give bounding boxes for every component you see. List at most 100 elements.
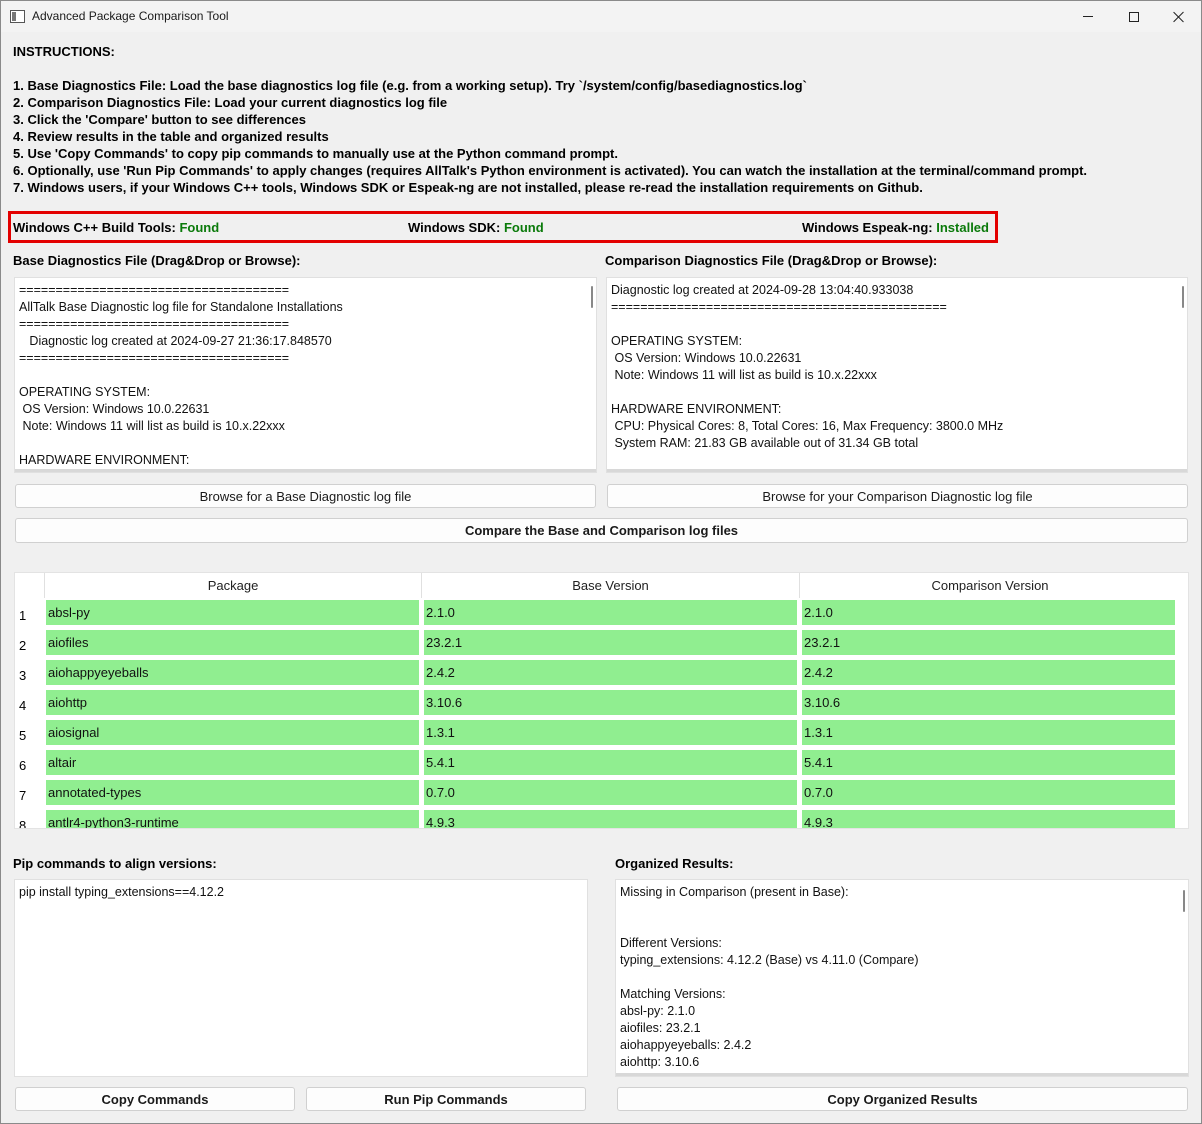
base-version-cell[interactable]: 23.2.1 <box>424 630 797 655</box>
comparison-version-cell[interactable]: 3.10.6 <box>802 690 1175 715</box>
instruction-line: 1. Base Diagnostics File: Load the base … <box>13 78 807 93</box>
base-log-line: ===================================== <box>19 351 290 365</box>
comparison-version-cell[interactable]: 2.4.2 <box>802 660 1175 685</box>
base-diagnostics-textbox[interactable]: ===================================== All… <box>14 277 597 473</box>
table-row[interactable]: 8 antlr4-python3-runtime 4.9.3 4.9.3 <box>15 808 1188 829</box>
copy-organized-results-button[interactable]: Copy Organized Results <box>617 1087 1188 1111</box>
pip-command-line: pip install typing_extensions==4.12.2 <box>19 885 225 899</box>
base-version-cell[interactable]: 0.7.0 <box>424 780 797 805</box>
row-number: 3 <box>19 667 27 683</box>
package-cell[interactable]: absl-py <box>46 600 419 625</box>
base-version-column-header[interactable]: Base Version <box>422 573 800 598</box>
organized-result-line: absl-py: 2.1.0 <box>620 1004 696 1018</box>
cpp-build-tools-value: Found <box>179 220 220 235</box>
comparison-file-label: Comparison Diagnostics File (Drag&Drop o… <box>605 253 938 268</box>
close-button[interactable] <box>1156 1 1202 32</box>
comparison-log-line: CPU: Physical Cores: 8, Total Cores: 16,… <box>611 419 1004 433</box>
window-title: Advanced Package Comparison Tool <box>32 9 229 23</box>
comparison-version-column-header[interactable]: Comparison Version <box>800 573 1180 598</box>
base-diagnostics-content: ===================================== All… <box>19 282 411 472</box>
base-log-line: ===================================== <box>19 283 290 297</box>
base-log-line <box>19 435 411 452</box>
base-version-cell[interactable]: 5.4.1 <box>424 750 797 775</box>
package-cell[interactable]: altair <box>46 750 419 775</box>
instruction-line: 6. Optionally, use 'Run Pip Commands' to… <box>13 163 1088 178</box>
organized-result-line: typing_extensions: 4.12.2 (Base) vs 4.11… <box>620 953 919 967</box>
base-version-cell[interactable]: 3.10.6 <box>424 690 797 715</box>
base-log-line: Note: Windows 11 will list as build is 1… <box>19 419 285 433</box>
table-corner-header <box>15 573 45 598</box>
organized-results-textbox[interactable]: Missing in Comparison (present in Base):… <box>615 879 1189 1077</box>
run-pip-commands-button[interactable]: Run Pip Commands <box>306 1087 586 1111</box>
row-number: 8 <box>19 817 27 829</box>
browse-comparison-button[interactable]: Browse for your Comparison Diagnostic lo… <box>607 484 1188 508</box>
package-cell[interactable]: aiofiles <box>46 630 419 655</box>
base-log-line: AllTalk Base Diagnostic log file for Sta… <box>19 300 343 314</box>
comparison-version-cell[interactable]: 5.4.1 <box>802 750 1175 775</box>
package-column-header[interactable]: Package <box>45 573 422 598</box>
organized-result-line: aiohappyeyeballs: 2.4.2 <box>620 1038 752 1052</box>
base-file-label: Base Diagnostics File (Drag&Drop or Brow… <box>13 253 301 268</box>
comparison-scrollbar[interactable] <box>1182 286 1184 308</box>
row-number: 6 <box>19 757 27 773</box>
comparison-diagnostics-textbox[interactable]: Diagnostic log created at 2024-09-28 13:… <box>606 277 1188 473</box>
package-cell[interactable]: aiosignal <box>46 720 419 745</box>
base-version-cell[interactable]: 1.3.1 <box>424 720 797 745</box>
minimize-icon <box>1083 16 1093 17</box>
base-scroll-track <box>15 469 596 472</box>
maximize-button[interactable] <box>1111 1 1157 32</box>
table-row[interactable]: 2 aiofiles 23.2.1 23.2.1 <box>15 628 1188 658</box>
app-window: Advanced Package Comparison Tool INSTRUC… <box>0 0 1202 1124</box>
organized-result-line <box>620 901 919 918</box>
browse-base-button[interactable]: Browse for a Base Diagnostic log file <box>15 484 596 508</box>
table-row[interactable]: 4 aiohttp 3.10.6 3.10.6 <box>15 688 1188 718</box>
table-row[interactable]: 6 altair 5.4.1 5.4.1 <box>15 748 1188 778</box>
espeak-status: Windows Espeak-ng: Installed <box>802 220 989 235</box>
copy-commands-button[interactable]: Copy Commands <box>15 1087 295 1111</box>
comparison-log-line <box>611 384 1003 401</box>
windows-sdk-value: Found <box>503 220 544 235</box>
package-cell[interactable]: antlr4-python3-runtime <box>46 810 419 828</box>
base-version-cell[interactable]: 2.4.2 <box>424 660 797 685</box>
pip-commands-textbox[interactable]: pip install typing_extensions==4.12.2 <box>14 879 588 1077</box>
instruction-line: 4. Review results in the table and organ… <box>13 129 329 144</box>
compare-button[interactable]: Compare the Base and Comparison log file… <box>15 518 1188 543</box>
comparison-log-line: System RAM: 21.83 GB available out of 31… <box>611 436 919 450</box>
pip-commands-content: pip install typing_extensions==4.12.2 <box>19 884 224 901</box>
organized-result-line: aiofiles: 23.2.1 <box>620 1021 701 1035</box>
base-version-cell[interactable]: 4.9.3 <box>424 810 797 828</box>
table-row[interactable]: 3 aiohappyeyeballs 2.4.2 2.4.2 <box>15 658 1188 688</box>
windows-sdk-status: Windows SDK: Found <box>408 220 544 235</box>
instruction-line: 3. Click the 'Compare' button to see dif… <box>13 112 306 127</box>
comparison-version-cell[interactable]: 1.3.1 <box>802 720 1175 745</box>
minimize-button[interactable] <box>1065 1 1111 32</box>
close-icon <box>1173 11 1185 23</box>
instructions-heading: INSTRUCTIONS: <box>13 44 115 59</box>
organized-result-line: Missing in Comparison (present in Base): <box>620 885 849 899</box>
organized-results-content: Missing in Comparison (present in Base):… <box>620 884 919 1076</box>
base-log-line: ===================================== <box>19 317 290 331</box>
comparison-version-cell[interactable]: 4.9.3 <box>802 810 1175 828</box>
organized-result-line: aiohttp: 3.10.6 <box>620 1055 700 1069</box>
comparison-log-line: OPERATING SYSTEM: <box>611 334 743 348</box>
comparison-log-line: Note: Windows 11 will list as build is 1… <box>611 368 877 382</box>
cpp-build-tools-label: Windows C++ Build Tools: <box>13 220 180 235</box>
base-version-cell[interactable]: 2.1.0 <box>424 600 797 625</box>
organized-result-line <box>620 918 919 935</box>
table-row[interactable]: 7 annotated-types 0.7.0 0.7.0 <box>15 778 1188 808</box>
package-cell[interactable]: aiohappyeyeballs <box>46 660 419 685</box>
espeak-value: Installed <box>936 220 989 235</box>
package-cell[interactable]: annotated-types <box>46 780 419 805</box>
comparison-version-cell[interactable]: 23.2.1 <box>802 630 1175 655</box>
package-cell[interactable]: aiohttp <box>46 690 419 715</box>
comparison-version-cell[interactable]: 0.7.0 <box>802 780 1175 805</box>
organized-results-scrollbar[interactable] <box>1183 890 1185 912</box>
maximize-icon <box>1129 11 1139 22</box>
table-row[interactable]: 1 absl-py 2.1.0 2.1.0 <box>15 598 1188 628</box>
comparison-log-line: OS Version: Windows 10.0.22631 <box>611 351 802 365</box>
comparison-version-cell[interactable]: 2.1.0 <box>802 600 1175 625</box>
title-bar[interactable]: Advanced Package Comparison Tool <box>1 1 1201 32</box>
base-scrollbar[interactable] <box>591 286 593 308</box>
package-table[interactable]: Package Base Version Comparison Version … <box>14 572 1189 829</box>
table-row[interactable]: 5 aiosignal 1.3.1 1.3.1 <box>15 718 1188 748</box>
